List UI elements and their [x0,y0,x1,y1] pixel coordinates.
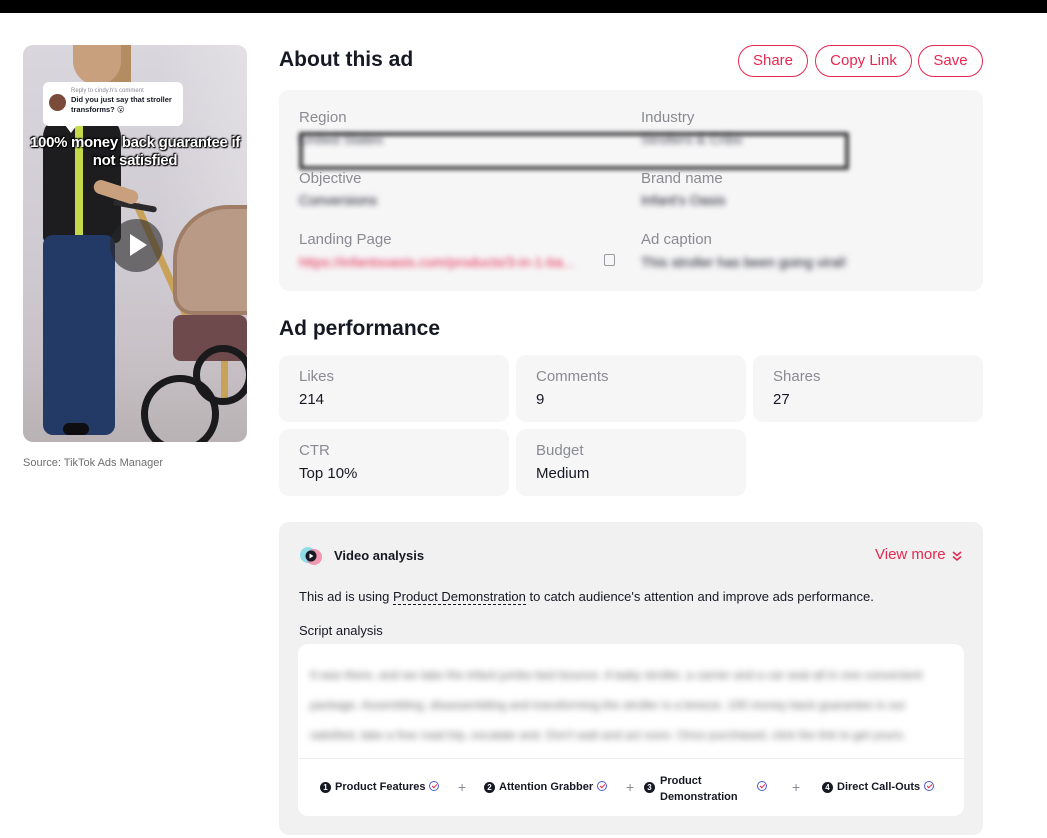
save-button[interactable]: Save [918,45,983,77]
ad-caption-label: Ad caption [641,231,712,248]
commenter-avatar [49,94,66,111]
ad-details-card: Region United States Industry Strollers … [279,90,983,291]
page-title: About this ad [279,48,414,71]
script-text-blurred: It was there, and we take the infant jum… [310,668,923,742]
industry-label: Industry [641,109,695,126]
metric-label: Likes [299,368,335,385]
metric-value: Top 10% [299,465,358,482]
person-legs [43,235,115,435]
video-analysis-title: Video analysis [334,548,425,563]
view-more-link[interactable]: View more [875,546,946,563]
metric-card-shares: Shares 27 [753,355,983,422]
script-analysis-box: It was there, and we take the infant jum… [298,644,964,758]
script-analysis-label: Script analysis [299,623,383,638]
tag-product-demonstration[interactable]: Product Demonstration [660,773,750,805]
ad-performance-title: Ad performance [279,317,441,340]
tag-label: Product Features [335,781,426,793]
top-bar [0,0,1047,13]
tag-number: 2 [484,782,495,793]
summary-prefix: This ad is using [299,589,393,604]
video-analysis-card: Video analysis View more This ad is usin… [279,522,983,835]
tag-label: Attention Grabber [499,781,594,793]
landing-page-label: Landing Page [299,231,392,248]
metric-value: 9 [536,391,545,408]
redaction-box [299,132,849,170]
tag-number: 1 [320,782,331,793]
metric-card-likes: Likes 214 [279,355,509,422]
comment-reply-bubble: Reply to cindy.h's comment Did you just … [43,82,183,133]
copy-link-button[interactable]: Copy Link [815,45,912,77]
tag-label: Direct Call-Outs [837,781,921,793]
copy-icon[interactable] [604,254,615,266]
metric-value: 214 [299,391,325,408]
verified-check-icon [429,781,440,791]
plus-separator: + [458,779,467,795]
metric-card-comments: Comments 9 [516,355,746,422]
tag-attention-grabber[interactable]: 2 Attention Grabber [484,781,608,793]
metric-value: Medium [536,465,590,482]
source-caption: Source: TikTok Ads Manager [23,457,164,469]
metric-label: CTR [299,442,330,459]
plus-separator: + [626,779,635,795]
objective-value: Conversions [299,192,377,208]
brand-name-value: Infant's Oasis [641,192,726,208]
tag-number: 4 [822,782,833,793]
tag-direct-call-outs[interactable]: 4 Direct Call-Outs [822,781,935,793]
metric-label: Shares [773,368,821,385]
metric-label: Comments [536,368,609,385]
tag-number-3: 3 [644,781,659,793]
verified-check-icon [597,781,608,791]
tag-number: 3 [644,782,655,793]
analysis-summary: This ad is using Product Demonstration t… [299,589,874,605]
play-icon [130,234,147,256]
metric-value: 27 [773,391,790,408]
play-button[interactable] [110,219,163,272]
script-tags-bar: 1 Product Features + 2 Attention Grabber +… [298,758,964,816]
video-analysis-icon [300,547,322,565]
ad-video-thumbnail[interactable]: Reply to cindy.h's comment Did you just … [23,45,247,442]
objective-label: Objective [299,170,362,187]
summary-highlight[interactable]: Product Demonstration [392,589,526,605]
metric-label: Budget [536,442,584,459]
comment-reply-label: Reply to cindy.h's comment [71,88,144,94]
landing-page-link[interactable]: https://infantsoasis.com/products/3-in-1… [299,254,574,270]
double-chevron-down-icon[interactable] [951,550,963,562]
summary-suffix: to catch audience's attention and improv… [525,589,874,604]
metric-card-budget: Budget Medium [516,429,746,496]
plus-separator: + [792,779,801,795]
metric-card-ctr: CTR Top 10% [279,429,509,496]
verified-check-icon [924,781,935,791]
region-label: Region [299,109,347,126]
share-button[interactable]: Share [738,45,808,77]
tag-check-3 [753,781,767,793]
tag-product-features[interactable]: 1 Product Features [320,781,440,793]
verified-check-icon [757,781,767,791]
stroller-wheel-rear [193,345,247,405]
video-overlay-caption: 100% money back guarantee if not satisfi… [29,134,241,169]
comment-text: Did you just say that stroller transform… [71,95,172,114]
person-shoe [63,423,89,435]
brand-name-label: Brand name [641,170,723,187]
ad-caption-value: This stroller has been going viral! [641,254,847,270]
